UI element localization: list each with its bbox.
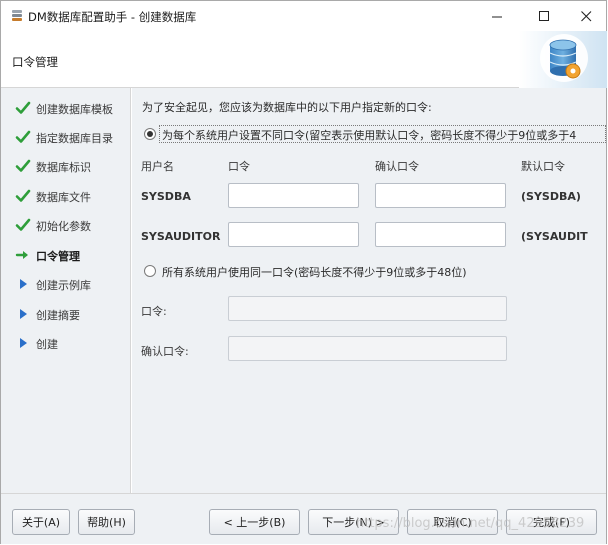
sysauditor-confirm-field[interactable]	[375, 222, 506, 247]
next-button[interactable]: 下一步(N) >	[308, 509, 399, 535]
step-password-management[interactable]: 口令管理	[1, 244, 131, 266]
database-gear-icon	[519, 31, 607, 88]
finish-button[interactable]: 完成(F)	[506, 509, 597, 535]
help-button[interactable]: 帮助(H)	[78, 509, 135, 535]
wizard-steps-sidebar: 创建数据库模板 指定数据库目录 数据库标识 数据库文件 初始化参数 口令管理 创…	[1, 88, 131, 493]
step-db-files[interactable]: 数据库文件	[1, 185, 131, 207]
column-header-password: 口令	[228, 160, 250, 173]
checkmark-icon	[15, 158, 31, 174]
minimize-button[interactable]	[475, 1, 519, 31]
column-header-confirm: 确认口令	[375, 160, 419, 173]
sysauditor-password-field[interactable]	[228, 222, 359, 247]
step-label: 初始化参数	[36, 220, 91, 233]
checkmark-icon	[15, 188, 31, 204]
intro-text: 为了安全起见，您应该为数据库中的以下用户指定新的口令:	[142, 101, 432, 114]
step-label: 数据库文件	[36, 191, 91, 204]
triangle-right-icon	[15, 306, 31, 322]
maximize-button[interactable]	[522, 1, 566, 31]
page-title: 口令管理	[12, 55, 58, 69]
same-password-label: 口令:	[141, 305, 167, 318]
sysdba-confirm-field[interactable]	[375, 183, 506, 208]
about-button[interactable]: 关于(A)	[12, 509, 70, 535]
step-label: 数据库标识	[36, 161, 91, 174]
radio-same-password[interactable]	[144, 265, 156, 277]
cancel-button[interactable]: 取消(C)	[407, 509, 498, 535]
radio-same-password-label[interactable]: 所有系统用户使用同一口令(密码长度不得少于9位或多于48位)	[162, 264, 604, 280]
radio-each-user-label[interactable]: 为每个系统用户设置不同口令(留空表示使用默认口令，密码长度不得少于9位或多于4	[162, 127, 604, 143]
password-management-panel: 为了安全起见，您应该为数据库中的以下用户指定新的口令: 为每个系统用户设置不同口…	[132, 88, 606, 493]
step-init-params[interactable]: 初始化参数	[1, 214, 131, 236]
step-create-template[interactable]: 创建数据库模板	[1, 97, 131, 119]
radio-selected-dot	[147, 131, 153, 137]
checkmark-icon	[15, 100, 31, 116]
sysauditor-default-password: (SYSAUDIT	[521, 230, 588, 243]
same-confirm-label: 确认口令:	[141, 345, 189, 358]
checkmark-icon	[15, 217, 31, 233]
radio-each-user-password[interactable]	[144, 128, 156, 140]
sysdba-default-password: (SYSDBA)	[521, 190, 581, 203]
step-create-summary[interactable]: 创建摘要	[1, 303, 131, 325]
triangle-right-icon	[15, 335, 31, 351]
sysdba-password-field[interactable]	[228, 183, 359, 208]
column-header-user: 用户名	[141, 160, 174, 173]
user-name-sysdba: SYSDBA	[141, 190, 191, 203]
dialog-window: DM数据库配置助手 - 创建数据库 口令管理 创建数据库模板 指定数据库目录 数…	[0, 0, 607, 544]
step-label: 创建数据库模板	[36, 103, 113, 116]
step-label: 创建摘要	[36, 309, 80, 322]
column-header-default: 默认口令	[521, 160, 565, 173]
step-label: 口令管理	[36, 250, 80, 263]
back-button[interactable]: < 上一步(B)	[209, 509, 300, 535]
page-header: 口令管理	[1, 31, 607, 88]
step-label: 创建示例库	[36, 279, 91, 292]
step-db-identifier[interactable]: 数据库标识	[1, 155, 131, 177]
user-name-sysauditor: SYSAUDITOR	[141, 230, 221, 243]
step-db-directory[interactable]: 指定数据库目录	[1, 126, 131, 148]
close-button[interactable]	[564, 1, 608, 31]
app-icon	[10, 9, 24, 23]
step-label: 指定数据库目录	[36, 132, 113, 145]
arrow-right-icon	[15, 247, 31, 263]
triangle-right-icon	[15, 276, 31, 292]
title-bar[interactable]: DM数据库配置助手 - 创建数据库	[1, 1, 606, 31]
same-password-field[interactable]	[228, 296, 507, 321]
same-confirm-field[interactable]	[228, 336, 507, 361]
dialog-footer: 关于(A) 帮助(H) < 上一步(B) 下一步(N) > 取消(C) 完成(F…	[1, 493, 606, 544]
step-create-sample-db[interactable]: 创建示例库	[1, 273, 131, 295]
checkmark-icon	[15, 129, 31, 145]
window-title: DM数据库配置助手 - 创建数据库	[28, 10, 197, 24]
step-label: 创建	[36, 338, 58, 351]
step-create[interactable]: 创建	[1, 332, 131, 354]
